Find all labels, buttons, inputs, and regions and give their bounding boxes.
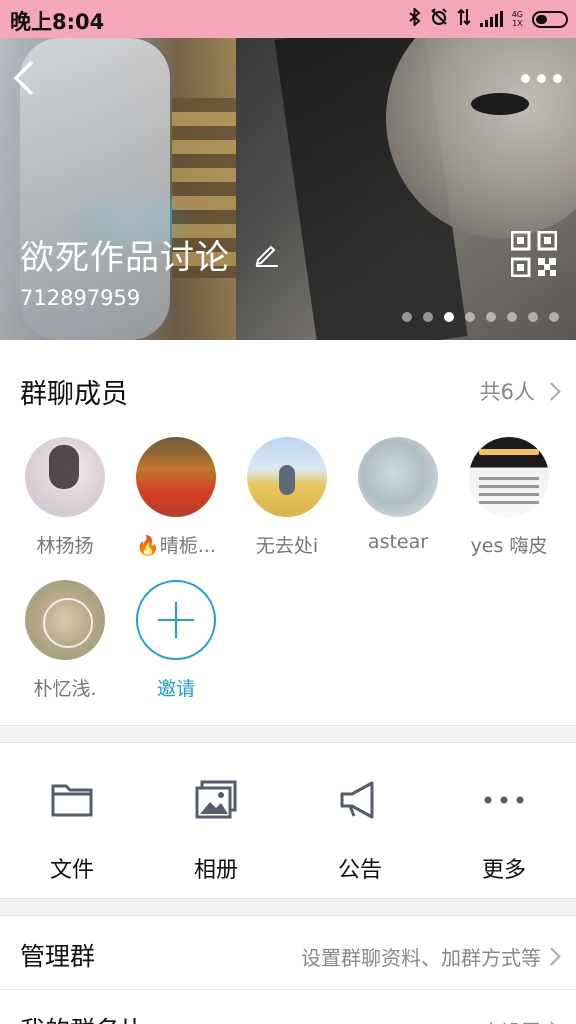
section-divider — [0, 898, 576, 916]
avatar — [136, 437, 216, 517]
chevron-left-icon — [13, 60, 34, 96]
album-icon — [194, 780, 238, 820]
album-button[interactable]: 相册 — [144, 742, 288, 898]
member-name-row: 🔥晴栀... — [116, 531, 236, 558]
announcement-button[interactable]: 公告 — [288, 742, 432, 898]
member-item[interactable]: 无去处i — [227, 437, 347, 558]
carousel-dot — [507, 312, 517, 322]
section-divider — [0, 725, 576, 743]
row-value: 未设置 — [481, 1016, 561, 1024]
row-value-text: 设置群聊资料、加群方式等 — [301, 946, 541, 970]
member-name: 晴栀... — [159, 535, 216, 557]
chevron-right-icon — [542, 947, 561, 966]
more-options-button[interactable] — [521, 68, 562, 88]
battery-icon — [532, 10, 568, 28]
carousel-indicator — [402, 312, 559, 322]
avatar — [358, 437, 438, 517]
folder-icon — [50, 780, 94, 820]
member-name: 无去处i — [255, 535, 319, 557]
member-name: 朴忆浅. — [33, 678, 97, 700]
invite-label: 邀请 — [156, 678, 195, 700]
edit-name-icon[interactable] — [254, 241, 280, 267]
carousel-dot — [465, 312, 475, 322]
invite-member-button[interactable]: 邀请 — [116, 580, 236, 701]
status-time: 晚上8:04 — [10, 10, 105, 34]
alarm-off-icon — [430, 8, 448, 30]
carousel-dot-active — [444, 312, 454, 322]
members-title: 群聊成员 — [20, 379, 128, 410]
bluetooth-icon — [409, 6, 421, 30]
more-button[interactable]: 更多 — [432, 742, 576, 898]
members-section-header[interactable]: 群聊成员 共6人 — [0, 340, 576, 444]
status-bar: 晚上8:04 4G 1X — [0, 0, 576, 38]
row-value: 设置群聊资料、加群方式等 — [301, 942, 561, 971]
avatar — [25, 437, 105, 517]
add-icon — [136, 580, 216, 660]
network-type: 4G 1X — [511, 10, 523, 28]
announcement-icon — [338, 780, 382, 820]
manage-group-row[interactable]: 管理群 设置群聊资料、加群方式等 — [0, 916, 576, 990]
carousel-dot — [528, 312, 538, 322]
qr-code-icon[interactable] — [510, 230, 558, 278]
carousel-dot — [549, 312, 559, 322]
member-name: 林扬扬 — [36, 535, 94, 557]
carousel-dot — [486, 312, 496, 322]
group-actions: 文件 相册 公告 更多 — [0, 742, 576, 898]
avatar — [25, 580, 105, 660]
members-count[interactable]: 共6人 — [479, 376, 561, 406]
data-arrows-icon — [456, 8, 471, 30]
back-button[interactable] — [10, 58, 46, 102]
more-label: 更多 — [481, 858, 526, 883]
row-title: 管理群 — [20, 942, 96, 971]
carousel-dot — [423, 312, 433, 322]
member-name: yes 嗨皮 — [470, 535, 548, 557]
group-header-banner: 欲死作品讨论 712897959 — [0, 38, 576, 340]
files-button[interactable]: 文件 — [0, 742, 144, 898]
avatar — [247, 437, 327, 517]
member-item[interactable]: 🔥晴栀... — [116, 437, 236, 558]
members-count-label: 共6人 — [479, 380, 535, 404]
row-value-text: 未设置 — [481, 1016, 541, 1024]
avatar — [469, 437, 549, 517]
member-item[interactable]: 林扬扬 — [5, 437, 125, 558]
member-item[interactable]: 朴忆浅. — [5, 580, 125, 701]
member-item[interactable]: yes 嗨皮 — [449, 437, 569, 558]
signal-icon — [479, 11, 503, 27]
member-item[interactable]: astear — [338, 437, 458, 553]
member-name: astear — [367, 531, 429, 553]
album-label: 相册 — [193, 858, 238, 883]
status-icons: 4G 1X — [409, 6, 568, 30]
group-name[interactable]: 欲死作品讨论 — [20, 230, 230, 279]
row-title: 我的群名片 — [20, 1011, 145, 1024]
chevron-right-icon — [542, 381, 561, 401]
my-group-card-row[interactable]: 我的群名片 未设置 — [0, 990, 576, 1024]
files-label: 文件 — [49, 858, 94, 883]
announcement-label: 公告 — [337, 858, 382, 883]
fire-emoji-icon: 🔥 — [136, 535, 160, 557]
more-dots-icon — [482, 780, 526, 820]
carousel-dot — [402, 312, 412, 322]
group-id: 712897959 — [20, 286, 141, 310]
